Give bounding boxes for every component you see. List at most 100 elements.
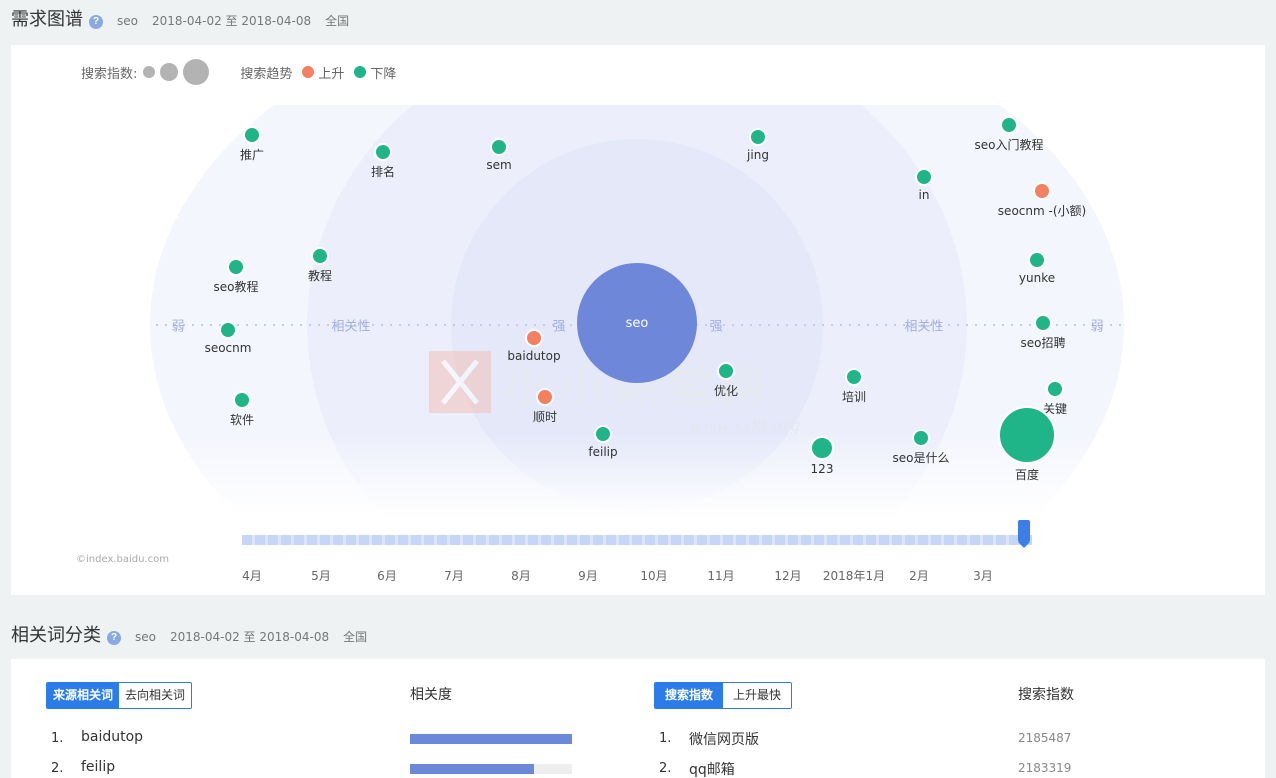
word-node[interactable] (998, 406, 1056, 464)
left-row-2-num: 2. (51, 761, 64, 776)
trend-up-label: 上升 (318, 66, 345, 82)
region-label: 全国 (343, 630, 368, 644)
timeline-month-label: 2月 (909, 569, 929, 583)
word-node-label[interactable]: yunke (1019, 271, 1055, 285)
word-node[interactable] (594, 425, 612, 443)
word-node-label[interactable]: 优化 (714, 382, 738, 399)
region-label: 全国 (325, 14, 350, 28)
word-node[interactable] (717, 362, 735, 380)
search-index-column-header: 搜索指数 (1018, 687, 1074, 703)
tab-target-words[interactable]: 去向相关词 (119, 683, 192, 708)
word-node-label[interactable]: seocnm -(小额) (998, 202, 1086, 219)
timeline-month-label: 8月 (511, 569, 531, 583)
word-node[interactable] (749, 128, 767, 146)
keyword-label: seo (135, 630, 156, 644)
axis-strong-left: 强 (552, 319, 566, 335)
legend: 搜索指数: 搜索趋势 上升 下降 (81, 59, 396, 85)
word-node-label[interactable]: 排名 (371, 163, 395, 180)
word-node-label[interactable]: 百度 (1015, 466, 1039, 483)
word-node[interactable] (810, 436, 834, 460)
word-node[interactable] (1046, 380, 1064, 398)
right-row-1-word[interactable]: 微信网页版 (689, 729, 759, 749)
demand-graph-header: 需求图谱 ? seo 2018-04-02 至 2018-04-08 全国 (11, 5, 349, 31)
word-node-label[interactable]: 推广 (240, 146, 264, 163)
watermark-url: www.xxkt.org (689, 416, 801, 435)
word-node-label[interactable]: seo招聘 (1021, 334, 1066, 351)
timeline-month-label: 9月 (578, 569, 598, 583)
right-row-2-num: 2. (659, 761, 672, 776)
watermark-logo-icon (429, 351, 491, 413)
section-title: 相关词分类 (11, 625, 101, 646)
left-row-1-relevance-bar (410, 734, 572, 744)
left-row-2-relevance-bar (410, 764, 572, 774)
timeline-month-label: 3月 (973, 569, 993, 583)
timeline-month-label: 5月 (311, 569, 331, 583)
timeline-month-label: 7月 (444, 569, 464, 583)
word-node-label[interactable]: 教程 (308, 267, 332, 284)
tab-source-words[interactable]: 来源相关词 (47, 683, 120, 708)
word-node[interactable] (490, 138, 508, 156)
timeline-slider-track[interactable] (242, 535, 1032, 545)
right-row-1-value: 2185487 (1018, 731, 1072, 745)
axis-weak-right: 弱 (1090, 319, 1104, 335)
trend-down-label: 下降 (370, 66, 397, 82)
timeline-month-label: 11月 (707, 569, 735, 583)
word-node[interactable] (525, 329, 543, 347)
word-node-label[interactable]: sem (486, 158, 511, 172)
help-icon[interactable]: ? (89, 15, 103, 29)
word-node-label[interactable]: in (919, 188, 930, 202)
timeline-month-label: 12月 (774, 569, 802, 583)
word-node[interactable] (1034, 314, 1052, 332)
word-node-label[interactable]: seo入门教程 (975, 136, 1044, 153)
word-node[interactable] (227, 258, 245, 276)
right-tab-group: 搜索指数 上升最快 (654, 682, 793, 709)
center-keyword-node[interactable]: seo (577, 263, 697, 383)
keyword-label: seo (117, 14, 138, 28)
section-title: 需求图谱 (11, 9, 83, 30)
word-node[interactable] (311, 247, 329, 265)
word-node[interactable] (1028, 251, 1046, 269)
demand-graph-panel: 搜索指数: 搜索趋势 上升 下降 弱 相关性 强 强 相关性 弱 小小课堂网 w… (11, 45, 1265, 595)
word-node[interactable] (243, 126, 261, 144)
word-node[interactable] (1033, 182, 1051, 200)
date-range: 2018-04-02 至 2018-04-08 (169, 630, 330, 644)
word-node-label[interactable]: 顺时 (533, 408, 557, 425)
timeline-month-label: 10月 (640, 569, 668, 583)
word-node-label[interactable]: seo教程 (214, 278, 259, 295)
word-node-label[interactable]: 软件 (230, 411, 254, 428)
help-icon[interactable]: ? (107, 631, 121, 645)
word-node[interactable] (219, 321, 237, 339)
word-node-label[interactable]: jing (747, 148, 769, 162)
related-class-panel: 来源相关词 去向相关词 相关度 1. baidutop 2. feilip 搜索… (11, 659, 1265, 778)
trend-up-icon (302, 66, 315, 78)
word-node[interactable] (912, 429, 930, 447)
left-tab-group: 来源相关词 去向相关词 (46, 682, 193, 709)
word-node-label[interactable]: seocnm (205, 341, 252, 355)
size-medium-icon (160, 63, 179, 81)
word-node[interactable] (374, 143, 392, 161)
size-small-icon (143, 66, 156, 78)
word-node[interactable] (1000, 116, 1018, 134)
word-node[interactable] (233, 391, 251, 409)
left-row-2-word[interactable]: feilip (81, 759, 115, 775)
tab-rising-fastest[interactable]: 上升最快 (723, 683, 792, 708)
left-row-1-word[interactable]: baidutop (81, 729, 143, 745)
timeline-handle[interactable] (1018, 520, 1030, 548)
timeline-month-label: 2018年1月 (822, 569, 886, 583)
word-node[interactable] (845, 368, 863, 386)
word-node[interactable] (915, 168, 933, 186)
copyright: ©index.baidu.com (76, 554, 170, 565)
search-trend-label: 搜索趋势 (240, 66, 293, 82)
word-node-label[interactable]: seo是什么 (893, 449, 950, 466)
word-node[interactable] (536, 388, 554, 406)
timeline-month-label: 6月 (377, 569, 397, 583)
right-row-2-word[interactable]: qq邮箱 (689, 759, 735, 778)
date-range: 2018-04-02 至 2018-04-08 (151, 14, 312, 28)
word-node-label[interactable]: baidutop (507, 349, 560, 363)
word-node-label[interactable]: feilip (588, 445, 617, 459)
relevance-bar-fill (410, 734, 572, 744)
axis-weak-left: 弱 (171, 319, 185, 335)
tab-search-index[interactable]: 搜索指数 (655, 683, 724, 708)
word-node-label[interactable]: 123 (811, 462, 834, 476)
word-node-label[interactable]: 培训 (842, 388, 866, 405)
